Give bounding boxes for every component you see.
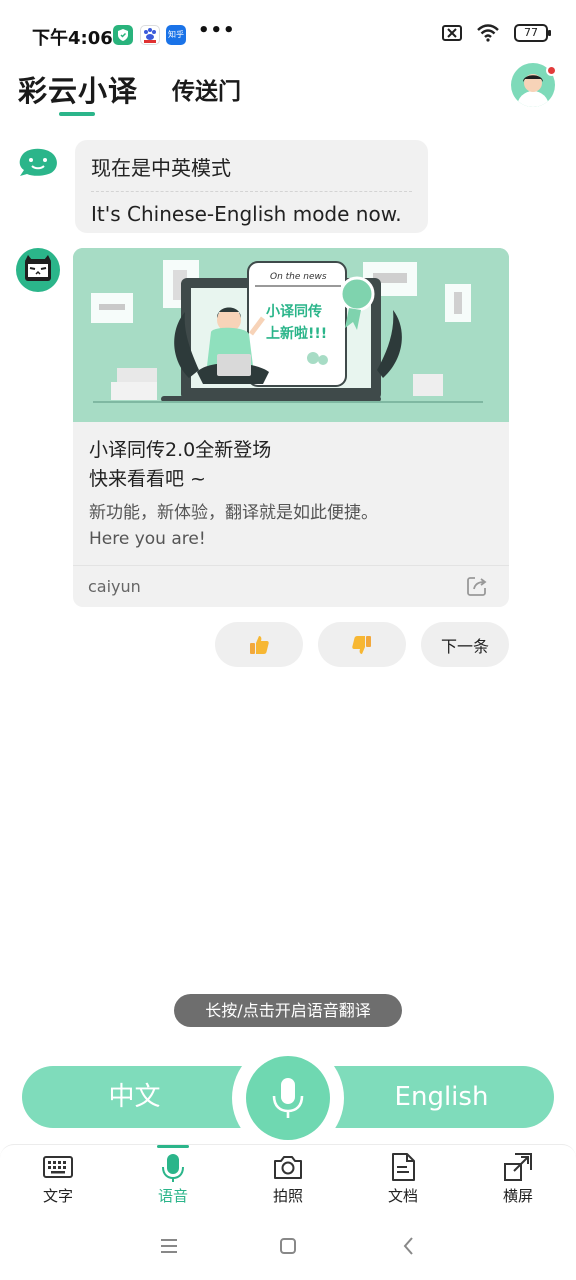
no-sim-icon <box>442 25 462 41</box>
nav-document-label: 文档 <box>387 1187 418 1205</box>
shield-app-icon <box>113 25 133 45</box>
dislike-button[interactable] <box>318 622 406 667</box>
news-card-desc-line2: Here you are! <box>89 529 206 549</box>
system-navigation-bar <box>0 1210 576 1280</box>
baidu-app-icon <box>140 25 160 45</box>
bot-cat-avatar <box>16 248 60 292</box>
nav-document[interactable]: 文档 <box>363 1145 443 1211</box>
thumbs-down-icon <box>352 635 371 654</box>
banner-headline-1: 小译同传 <box>266 303 322 320</box>
mode-message-bubble: 现在是中英模式 It's Chinese-English mode now. <box>75 140 428 233</box>
active-tab-indicator <box>59 112 95 116</box>
nav-landscape[interactable]: 横屏 <box>478 1145 558 1211</box>
tab-caiyun-translator[interactable]: 彩云小译 <box>18 68 138 110</box>
zhihu-app-icon: 知乎 <box>166 25 186 45</box>
menu-icon[interactable] <box>157 1234 181 1258</box>
banner-paper-header: On the news <box>270 272 327 282</box>
nav-text-label: 文字 <box>42 1187 73 1205</box>
nav-voice[interactable]: 语音 <box>133 1145 213 1211</box>
news-banner-image[interactable]: On the news 小译同传 上新啦!!! <box>73 248 509 422</box>
nav-active-indicator <box>157 1145 189 1148</box>
news-card-footer: caiyun <box>73 565 509 607</box>
header: 彩云小译 传送门 <box>0 60 576 120</box>
chat-bot-icon <box>19 148 57 176</box>
news-card-desc-line1: 新功能，新体验，翻译就是如此便捷。 <box>89 503 378 523</box>
nav-text[interactable]: 文字 <box>18 1145 98 1211</box>
wifi-icon <box>477 24 499 42</box>
news-card-title: 小译同传2.0全新登场 快来看看吧 ~ <box>89 436 271 494</box>
voice-record-button[interactable] <box>246 1056 330 1140</box>
news-card-title-line2: 快来看看吧 ~ <box>89 468 206 490</box>
more-notifications-icon: ••• <box>198 20 236 41</box>
camera-icon <box>274 1156 302 1179</box>
thumbs-up-icon <box>250 635 269 654</box>
news-card-source: caiyun <box>88 577 141 596</box>
landscape-icon <box>504 1153 532 1181</box>
microphone-icon <box>162 1154 184 1182</box>
banner-headline-2: 上新啦!!! <box>266 325 327 342</box>
status-time: 下午4:06 <box>32 28 113 49</box>
bottom-nav: 文字 语音 拍照 文档 横屏 <box>0 1144 576 1210</box>
document-icon <box>392 1153 415 1181</box>
keyboard-icon <box>43 1156 73 1178</box>
share-icon[interactable] <box>465 574 489 598</box>
target-language-button[interactable]: English <box>329 1066 554 1128</box>
nav-voice-label: 语音 <box>157 1187 188 1205</box>
back-icon[interactable] <box>397 1234 421 1258</box>
notification-dot <box>546 65 557 76</box>
nav-camera[interactable]: 拍照 <box>248 1145 328 1211</box>
news-card-description: 新功能，新体验，翻译就是如此便捷。 Here you are! <box>89 500 378 552</box>
like-button[interactable] <box>215 622 303 667</box>
zhihu-app-label: 知乎 <box>168 30 184 39</box>
battery-indicator: 77 <box>514 24 551 42</box>
nav-landscape-label: 横屏 <box>502 1187 533 1205</box>
voice-hint-tooltip: 长按/点击开启语音翻译 <box>174 994 402 1027</box>
tab-portal[interactable]: 传送门 <box>172 72 241 106</box>
source-language-button[interactable]: 中文 <box>22 1066 247 1128</box>
news-card-title-line1: 小译同传2.0全新登场 <box>89 439 272 461</box>
news-card[interactable]: On the news 小译同传 上新啦!!! 小译同传2.0全新登场 快来看看… <box>73 248 509 607</box>
nav-camera-label: 拍照 <box>272 1187 303 1205</box>
microphone-icon <box>272 1078 304 1118</box>
home-icon[interactable] <box>276 1234 300 1258</box>
mode-message-en: It's Chinese-English mode now. <box>91 202 402 226</box>
mode-message-zh: 现在是中英模式 <box>91 152 412 192</box>
next-button[interactable]: 下一条 <box>421 622 509 667</box>
